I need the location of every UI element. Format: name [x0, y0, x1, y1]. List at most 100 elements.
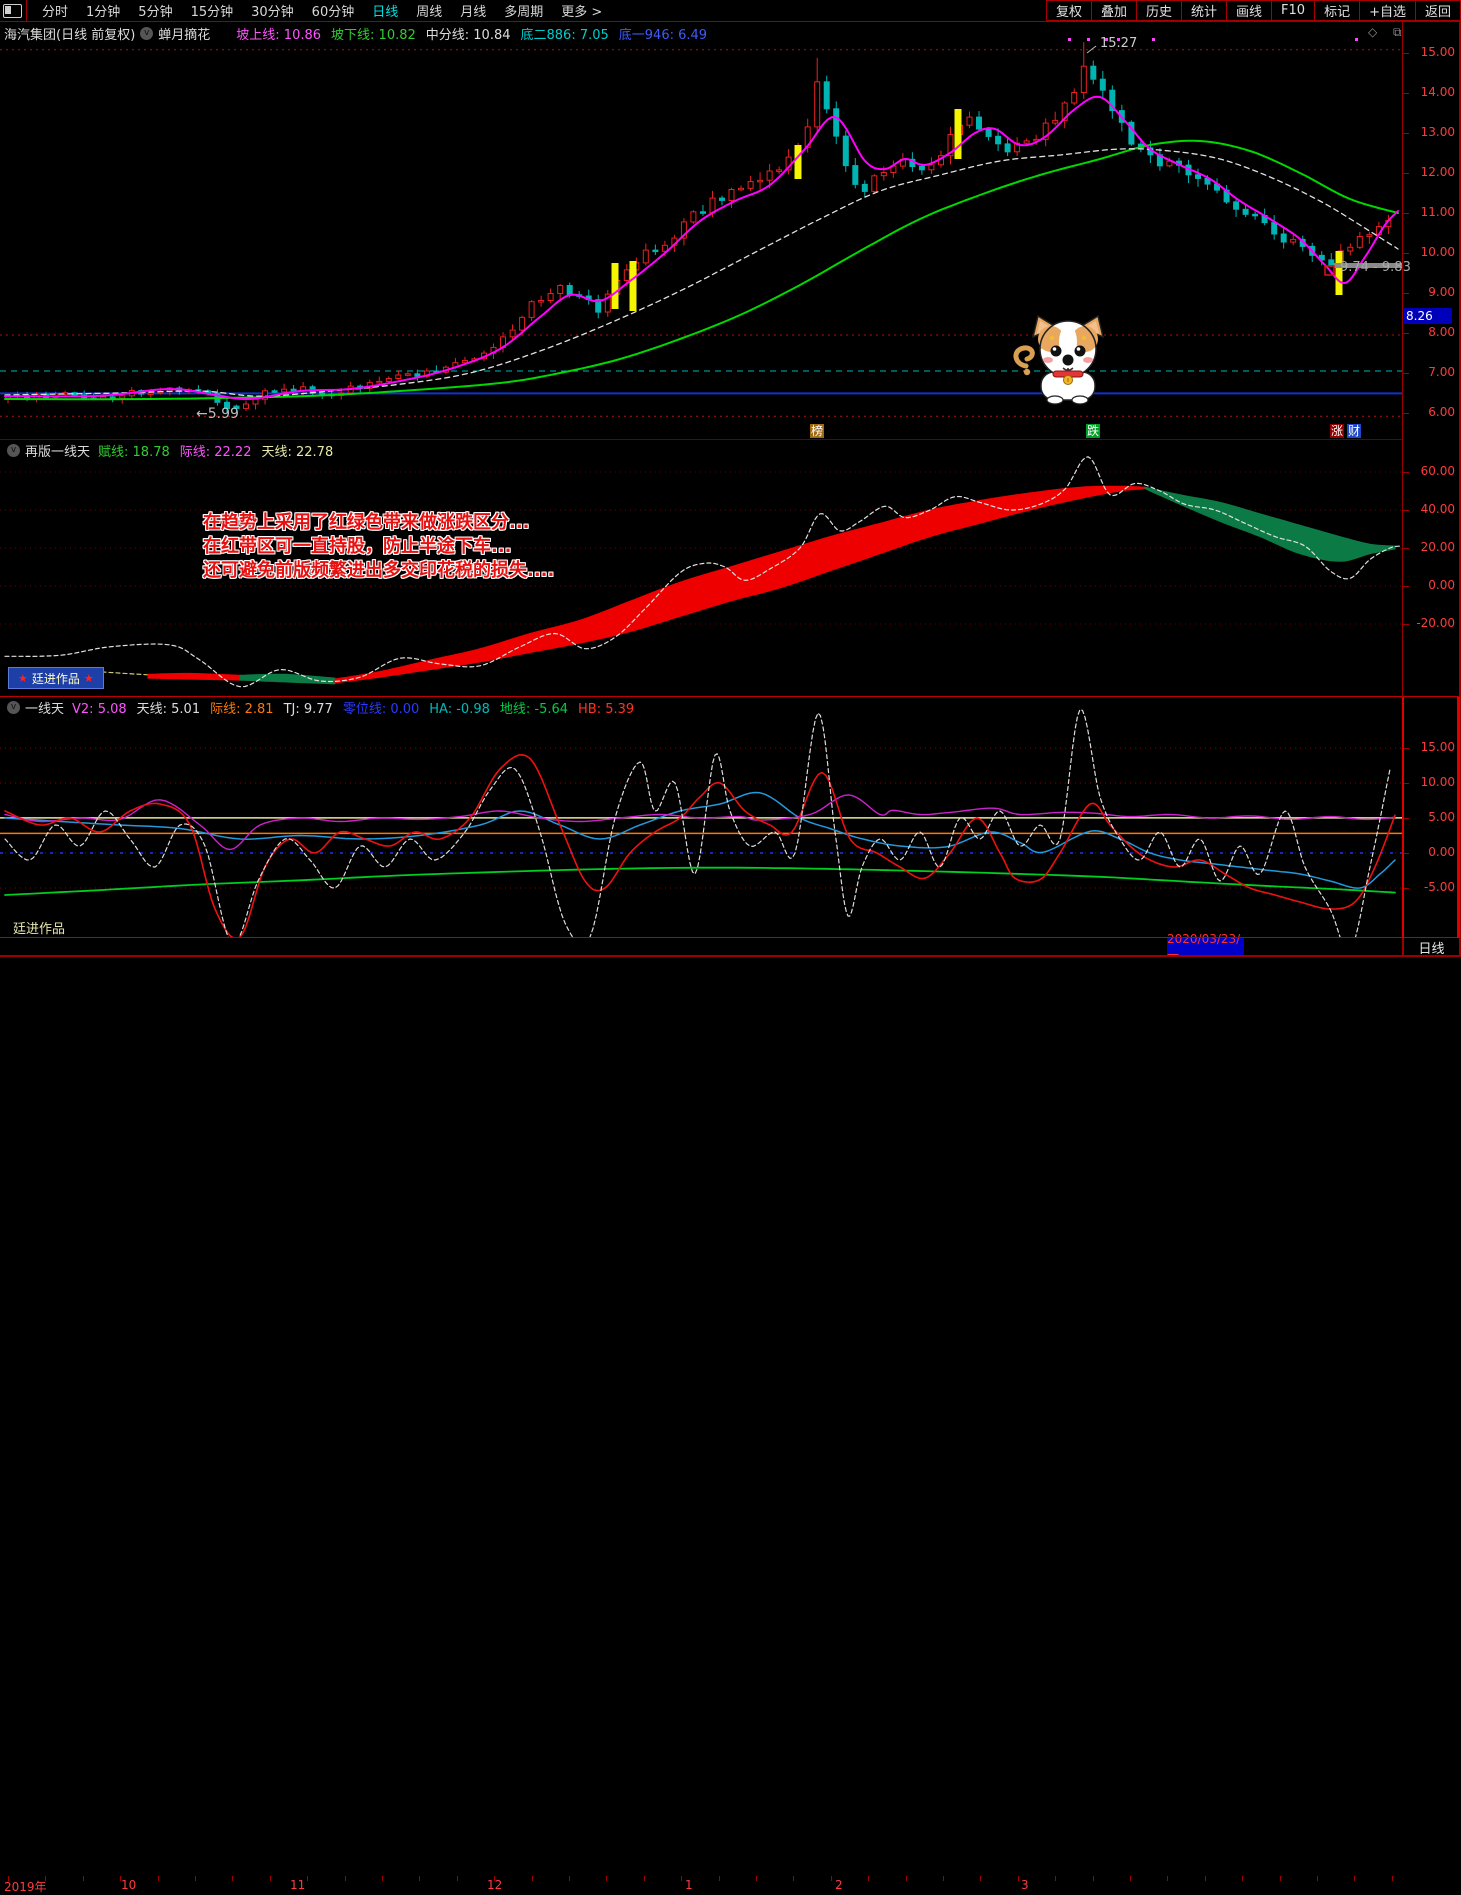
date-minor-tick — [644, 1876, 645, 1881]
date-label-3: 3 — [1021, 1878, 1029, 1892]
annotation-note-text: 在趋势上采用了红绿色带来做涨跌区分...在红带区可一直持股，防止半途下车...还… — [203, 511, 554, 583]
badge-榜[interactable]: 榜 — [810, 424, 824, 438]
chevron-down-icon[interactable]: v — [7, 444, 20, 457]
badge-跌[interactable]: 跌 — [1086, 424, 1100, 438]
date-minor-tick — [1130, 1876, 1131, 1881]
v2-magenta-line — [5, 795, 1395, 850]
date-minor-tick — [232, 1876, 233, 1881]
tab-周线[interactable]: 周线 — [407, 5, 451, 20]
date-minor-tick — [569, 1876, 570, 1881]
toolbar-separator — [0, 21, 1461, 22]
window-icon[interactable] — [3, 4, 22, 18]
yellow-signal-bar — [795, 145, 802, 179]
tab-分时[interactable]: 分时 — [33, 5, 77, 20]
date-minor-tick — [270, 1876, 271, 1881]
y-axis-label: 40.00 — [1405, 502, 1455, 516]
toolbar-button-标记[interactable]: 标记 — [1314, 0, 1360, 21]
y-axis-label: 10.00 — [1405, 775, 1455, 789]
dog-mascot-sticker — [1010, 312, 1112, 406]
chart-annotation: 9.74 - 9.83 — [1340, 260, 1411, 275]
star-icon: ★ — [18, 672, 28, 685]
y-axis-tickmark — [1403, 548, 1409, 549]
current-price-marker: 8.26 — [1404, 308, 1452, 324]
y-axis-label: 12.00 — [1405, 165, 1455, 179]
badge-涨[interactable]: 涨 — [1330, 424, 1344, 438]
trend-band-red-early — [148, 673, 240, 680]
date-minor-tick — [1392, 1876, 1393, 1881]
y-axis-label: 8.00 — [1405, 325, 1455, 339]
y-axis-tickmark — [1403, 173, 1409, 174]
y-axis-label: 5.00 — [1405, 810, 1455, 824]
y-axis-label: 14.00 — [1405, 85, 1455, 99]
tab-多周期[interactable]: 多周期 — [495, 5, 552, 20]
date-minor-tick — [158, 1876, 159, 1881]
tab-月线[interactable]: 月线 — [451, 5, 495, 20]
tab-1分钟[interactable]: 1分钟 — [77, 5, 129, 20]
chevron-down-icon[interactable]: v — [7, 701, 20, 714]
date-minor-tick — [1242, 1876, 1243, 1881]
bottom-panel-right-red-border — [1457, 697, 1460, 938]
field-地线: 地线: -5.64 — [500, 702, 568, 717]
toolbar-button-F10[interactable]: F10 — [1271, 0, 1315, 21]
date-label-2: 2 — [835, 1878, 843, 1892]
date-minor-tick — [1205, 1876, 1206, 1881]
date-minor-tick — [719, 1876, 720, 1881]
yellow-signal-bar — [612, 263, 619, 309]
current-date-highlight: 2020/03/23/一 — [1167, 938, 1244, 956]
y-axis-label: 60.00 — [1405, 464, 1455, 478]
date-minor-tick — [906, 1876, 907, 1881]
toolbar-button-叠加[interactable]: 叠加 — [1091, 0, 1137, 21]
field-赋线: 赋线: 18.78 — [98, 445, 170, 460]
price-marker-value: 8.26 — [1406, 309, 1433, 323]
tab-更多 >[interactable]: 更多 > — [552, 5, 611, 20]
y-axis-label: -20.00 — [1405, 616, 1455, 630]
toolbar-button-历史[interactable]: 历史 — [1136, 0, 1182, 21]
candles — [6, 42, 1391, 413]
star-icon: ★ — [84, 672, 94, 685]
y-axis-label: 9.00 — [1405, 285, 1455, 299]
y-axis-tickmark — [1403, 253, 1409, 254]
main-candlestick-chart[interactable] — [0, 22, 1402, 443]
date-label-11: 11 — [290, 1878, 305, 1892]
field-天线: 天线: 22.78 — [261, 445, 333, 460]
y-axis-tickmark — [1403, 472, 1409, 473]
y-axis-label: 7.00 — [1405, 365, 1455, 379]
bottom-indicator-chart[interactable] — [0, 697, 1402, 937]
tab-15分钟[interactable]: 15分钟 — [182, 5, 243, 20]
toolbar-divider — [26, 0, 27, 21]
period-label-box[interactable]: 日线 — [1403, 938, 1460, 956]
middle-indicator-name[interactable]: 再版一线天 — [25, 441, 90, 460]
toolbar-button-复权[interactable]: 复权 — [1046, 0, 1092, 21]
bottom-indicator-name[interactable]: 一线天 — [25, 698, 64, 717]
toolbar-button-统计[interactable]: 统计 — [1181, 0, 1227, 21]
tab-日线[interactable]: 日线 — [363, 5, 407, 20]
y-axis-label: 13.00 — [1405, 125, 1455, 139]
tab-30分钟[interactable]: 30分钟 — [242, 5, 303, 20]
note-line: 还可避免前版频繁进出多交印花税的损失.... — [203, 559, 554, 583]
panel-separator-1 — [0, 439, 1402, 440]
date-minor-tick — [868, 1876, 869, 1881]
toolbar-button-画线[interactable]: 画线 — [1226, 0, 1272, 21]
date-minor-tick — [681, 1876, 682, 1881]
tab-5分钟[interactable]: 5分钟 — [129, 5, 181, 20]
trend-band-green — [1145, 487, 1395, 561]
toolbar-button-+自选[interactable]: +自选 — [1359, 0, 1416, 21]
y-axis-tickmark — [1403, 53, 1409, 54]
field-际线: 际线: 2.81 — [210, 702, 273, 717]
dixian-green-line — [5, 868, 1395, 895]
field-零位线: 零位线: 0.00 — [343, 702, 419, 717]
chart-annotation: 15.27 — [1100, 36, 1137, 51]
date-minor-tick — [831, 1876, 832, 1881]
field-HA: HA: -0.98 — [429, 702, 490, 717]
y-axis-label: -5.00 — [1405, 880, 1455, 894]
date-minor-tick — [195, 1876, 196, 1881]
toolbar-button-返回[interactable]: 返回 — [1415, 0, 1461, 21]
bottom-panel-header: v 一线天 V2: 5.08天线: 5.01际线: 2.81TJ: 9.77零位… — [2, 698, 644, 717]
field-HB: HB: 5.39 — [578, 702, 634, 717]
middle-indicator-values: 赋线: 18.78际线: 22.22天线: 22.78 — [98, 441, 343, 460]
y-axis-tickmark — [1403, 213, 1409, 214]
y-axis-label: 15.00 — [1405, 740, 1455, 754]
bottom-indicator-values: V2: 5.08天线: 5.01际线: 2.81TJ: 9.77零位线: 0.0… — [72, 698, 644, 717]
tab-60分钟[interactable]: 60分钟 — [303, 5, 364, 20]
badge-财[interactable]: 财 — [1347, 424, 1361, 438]
